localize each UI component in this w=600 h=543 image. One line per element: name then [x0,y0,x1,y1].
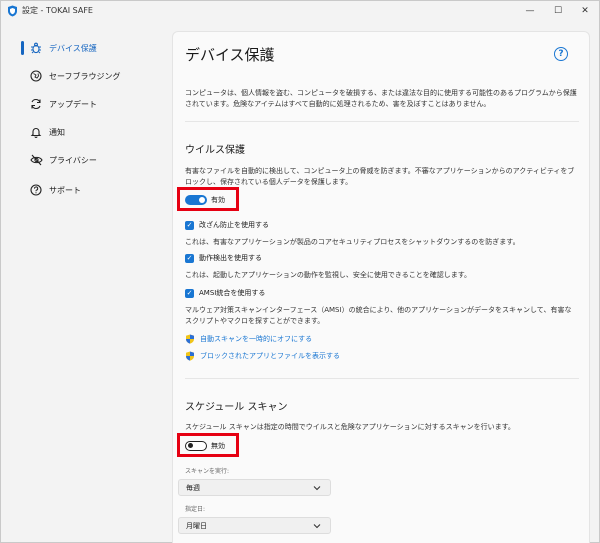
schedule-toggle-highlight: 無効 [177,433,239,457]
sidebar-item-device-protection[interactable]: デバイス保護 [21,38,151,58]
select-value: 毎週 [186,483,200,492]
maximize-button[interactable]: ☐ [544,1,572,21]
question-icon [29,183,43,197]
sidebar-item-label: サポート [49,185,81,195]
behavior-detection-desc: これは、起動したアプリケーションの動作を監視し、安全に使用できることを確認します… [185,271,472,279]
sidebar-item-support[interactable]: サポート [21,180,151,200]
tamper-protection-checkbox[interactable]: ✓ [185,220,194,230]
sidebar-item-update[interactable]: アップデート [21,94,151,114]
scheduled-scan-title: スケジュール スキャン [185,402,288,413]
scheduled-scan-toggle[interactable] [185,441,207,451]
virus-toggle-label: 有効 [211,196,225,204]
settings-window: 設定 - TOKAI SAFE — ☐ ✕ デバイス保護 セーフブラウジング ア… [0,0,600,543]
app-shield-icon [8,5,17,17]
main-panel: デバイス保護 ? コンピュータは、個人情報を盗む、コンピュータを破損する、または… [172,31,590,543]
refresh-icon [29,97,43,111]
bug-shield-icon [29,41,43,55]
behavior-detection-option[interactable]: ✓ 動作検出を使用する [185,252,262,264]
amsi-checkbox[interactable]: ✓ [185,288,194,298]
sidebar-item-label: プライバシー [49,155,97,165]
view-blocked-items-link[interactable]: ブロックされたアプリとファイルを表示する [185,350,340,362]
window-title: 設定 - TOKAI SAFE [22,6,93,15]
schedule-toggle-label: 無効 [211,442,225,450]
toggle-knob [187,443,193,449]
virus-protection-title: ウイルス保護 [185,145,245,156]
link-label: 自動スキャンを一時的にオフにする [200,335,313,343]
sidebar-item-label: デバイス保護 [49,43,97,53]
help-icon[interactable]: ? [554,47,568,61]
uac-shield-icon [186,334,194,344]
amsi-option[interactable]: ✓ AMSI統合を使用する [185,287,265,299]
virus-protection-desc: 有害なファイルを自動的に検出して、コンピュータ上の脅威を防ぎます。不審なアプリケ… [185,167,575,186]
option-label: AMSI統合を使用する [199,289,266,297]
sidebar-item-safe-browsing[interactable]: セーフブラウジング [21,66,151,86]
scheduled-scan-desc: スケジュール スキャンは指定の時間でウイルスと危険なアプリケーションに対するスキ… [185,423,515,431]
virus-toggle-highlight: 有効 [177,187,239,211]
scan-day-label: 指定日: [185,506,206,513]
tamper-protection-option[interactable]: ✓ 改ざん防止を使用する [185,219,269,231]
sidebar-item-label: セーフブラウジング [49,71,121,81]
divider [185,121,579,122]
scan-day-select[interactable]: 月曜日 [178,517,331,534]
minimize-button[interactable]: — [516,1,544,21]
bell-icon [29,125,43,139]
virus-protection-toggle[interactable] [185,195,207,205]
sidebar-item-notifications[interactable]: 通知 [21,122,151,142]
amsi-desc: マルウェア対策スキャンインターフェース（AMSI）の統合により、他のアプリケーシ… [185,306,572,325]
turn-off-autoscan-link[interactable]: 自動スキャンを一時的にオフにする [185,333,312,345]
behavior-detection-checkbox[interactable]: ✓ [185,253,194,263]
intro-text: コンピュータは、個人情報を盗む、コンピュータを破損する、または違法な目的に使用す… [185,89,577,108]
option-label: 改ざん防止を使用する [199,221,269,229]
page-title: デバイス保護 [185,46,275,64]
globe-icon [29,69,43,83]
divider [185,378,579,379]
toggle-knob [199,197,205,203]
select-value: 月曜日 [186,521,207,530]
close-button[interactable]: ✕ [571,1,599,21]
eye-off-icon [29,153,43,167]
option-label: 動作検出を使用する [199,254,262,262]
uac-shield-icon [186,351,194,361]
run-scan-select[interactable]: 毎週 [178,479,331,496]
chevron-down-icon [313,486,321,491]
link-label: ブロックされたアプリとファイルを表示する [200,352,340,360]
title-bar: 設定 - TOKAI SAFE — ☐ ✕ [1,1,599,21]
active-indicator [21,41,24,55]
chevron-down-icon [313,524,321,529]
sidebar-item-privacy[interactable]: プライバシー [21,150,151,170]
run-scan-label: スキャンを実行: [185,468,230,475]
sidebar-item-label: アップデート [49,99,97,109]
sidebar-item-label: 通知 [49,127,65,137]
tamper-protection-desc: これは、有害なアプリケーションが製品のコアセキュリティプロセスをシャットダウンす… [185,238,520,246]
